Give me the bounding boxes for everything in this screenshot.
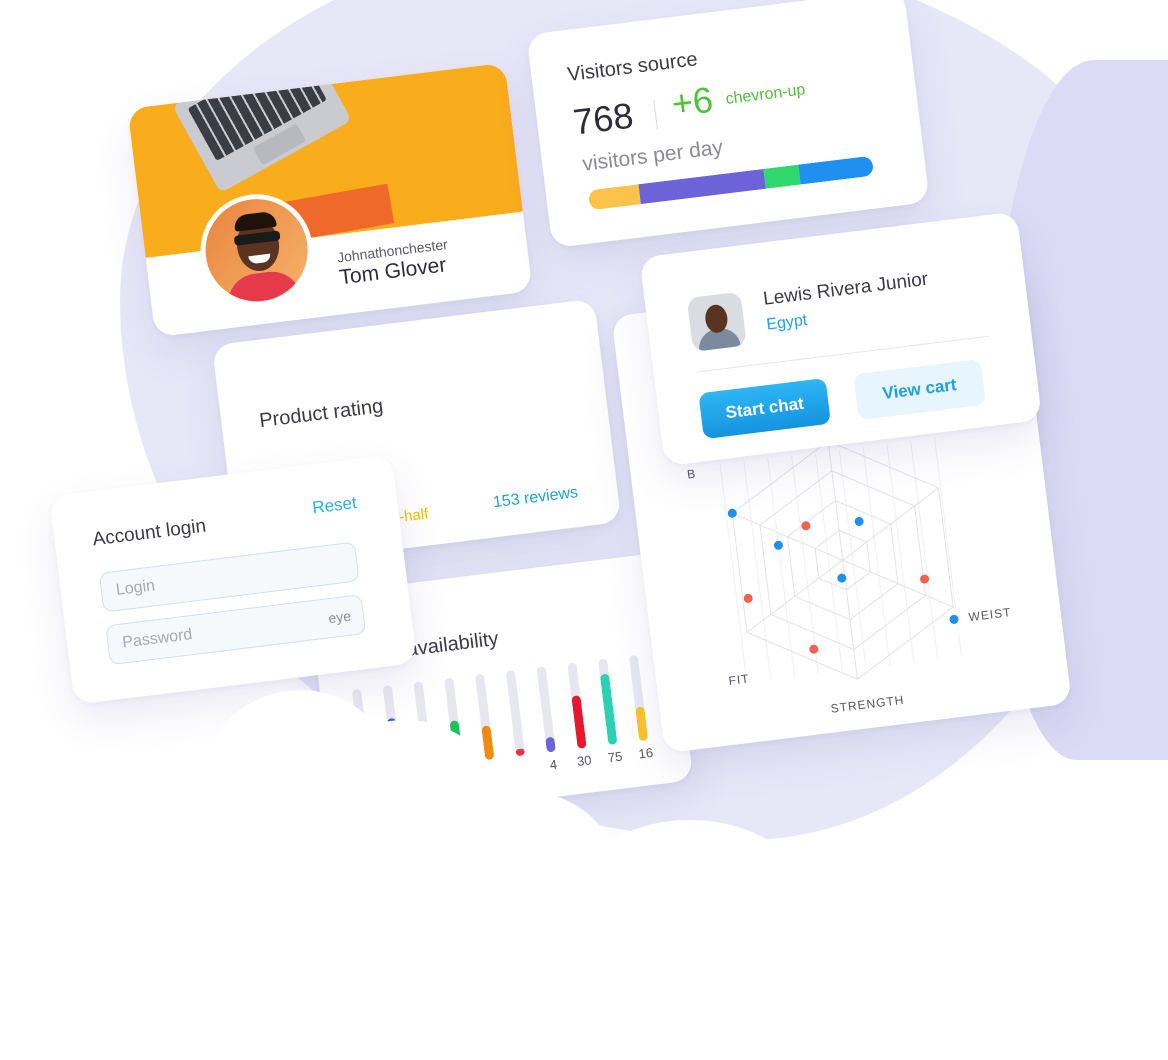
visitor-segment-3 [797,155,875,185]
password-placeholder: Password [121,626,194,652]
color-bar-4 [474,673,495,761]
contact-name: Lewis Rivera Junior [762,268,930,310]
color-bar-label-6: 4 [548,756,558,773]
color-bar-fill-6 [545,736,556,753]
radar-hatch-3 [791,455,819,675]
profile-card: Johnathonchester Tom Glover [127,62,533,338]
radar-axis-label-left: FIT [728,671,751,687]
radar-hatch-5 [838,449,867,669]
eye-icon[interactable]: eye [327,608,351,627]
visitor-segment-0 [587,184,642,211]
visitors-separator [653,99,658,130]
radar-hatch-7 [886,443,915,663]
visitors-count: 768 [570,94,636,143]
visitors-card: Visitors source 768 +6 chevron-up visito… [526,0,930,249]
reset-link[interactable]: Reset [311,493,358,518]
profile-banner [127,62,523,258]
account-login-card: Account login Reset Login Password eye [49,454,418,705]
radar-spoke-1 [842,487,939,561]
login-title: Account login [91,515,208,551]
profile-avatar [194,187,320,313]
radar-point-6 [809,644,819,654]
radar-axis-label-bottom: STRENGTH [830,693,905,716]
color-bar-fill-8 [599,674,618,746]
reviews-link[interactable]: 153 reviews [492,484,579,512]
radar-hatch-4 [814,452,843,672]
view-cart-button[interactable]: View cart [853,358,986,421]
radar-point-5 [773,540,783,550]
radar-spoke-2 [842,559,954,608]
color-bar-fill-7 [571,694,587,749]
color-bar-7 [567,662,587,749]
laptop-image [172,62,357,202]
visitors-title: Visitors source [566,48,699,87]
color-bar-fill-5 [515,748,526,757]
radar-hatch-2 [767,458,796,677]
chevron-up-icon: chevron-up [724,81,807,108]
color-bar-label-7: 30 [576,752,593,769]
visitor-segment-2 [763,164,801,189]
radar-point-4 [743,593,753,603]
color-bar-8 [598,658,618,746]
rating-title: Product rating [258,395,385,433]
visitors-delta: +6 [669,78,716,125]
radar-point-0 [801,521,811,531]
radar-point-8 [727,508,737,518]
login-placeholder: Login [114,577,156,599]
start-chat-button[interactable]: Start chat [698,377,832,440]
visitors-unit-label: visitors per day [581,135,725,176]
radar-hatch-8 [910,440,939,660]
radar-hatch-9 [934,438,962,657]
color-bar-5 [505,669,526,757]
visitor-segment-1 [638,168,767,205]
contact-avatar [686,291,747,352]
color-bar-6 [536,666,556,753]
color-bar-9 [628,654,649,742]
radar-hatch-0 [719,464,748,683]
color-bar-fill-9 [635,706,649,742]
radar-axis-label-left_top: B [686,466,697,481]
color-bar-label-8: 75 [606,748,624,766]
radar-point-1 [854,516,864,526]
color-bar-label-9: 16 [637,744,654,762]
contact-location[interactable]: Egypt [766,312,809,335]
radar-axis-label-right: WEIST [968,605,1012,624]
